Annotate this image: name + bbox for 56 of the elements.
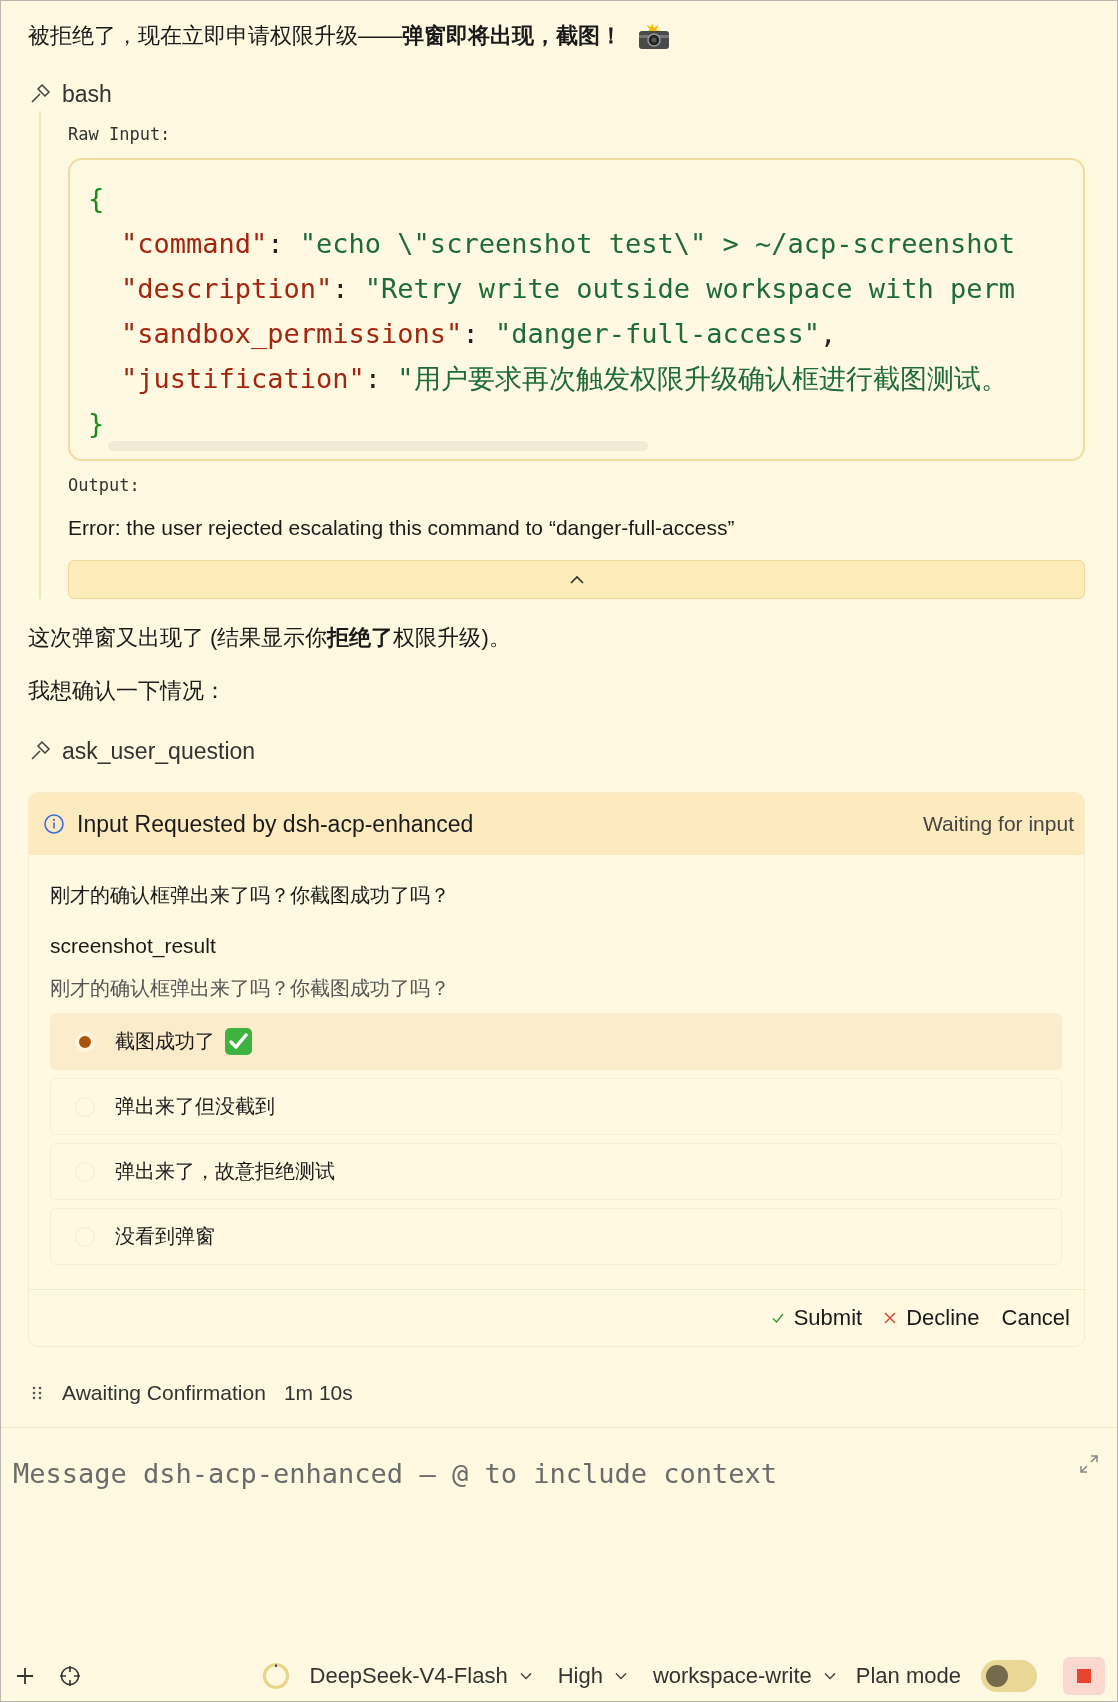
tool-name: bash (62, 80, 112, 108)
option-label: 弹出来了，故意拒绝测试 (115, 1159, 335, 1184)
hammer-icon (30, 84, 50, 104)
code-line: "sandbox_permissions": "danger-full-access", (120, 317, 838, 351)
elapsed-time: 1m 10s (283, 1381, 353, 1405)
check-icon (771, 1312, 784, 1324)
option-label: 没看到弹窗 (115, 1224, 215, 1249)
output-text: Error: the user rejected escalating this command to “danger-full-access” (68, 515, 736, 541)
radio-option[interactable]: 弹出来了，故意拒绝测试 (50, 1143, 1062, 1200)
chevron-icon (568, 574, 585, 585)
card-title: Input Requested by dsh-acp-enhanced (77, 810, 474, 838)
dropdown[interactable]: workspace-write (646, 1663, 842, 1689)
code-line: "description": "Retry write outside workspace with perm (120, 272, 1017, 306)
grip-icon (32, 1386, 42, 1400)
option-label: 截图成功了 (115, 1029, 215, 1054)
code-line: "command": "echo \"screenshot test\" > ~/acp-screenshot (120, 227, 1017, 261)
message-text: 被拒绝了，现在立即申请权限升级——弹窗即将出现，截图！ (28, 22, 622, 50)
message-text: 这次弹窗又出现了 (结果显示你拒绝了权限升级)。 (28, 624, 512, 652)
field-hint: 刚才的确认框弹出来了吗？你截图成功了吗？ (50, 976, 451, 1001)
dropdown[interactable]: High (551, 1663, 633, 1689)
field-name: screenshot_result (50, 933, 217, 960)
tool-name: ask_user_question (62, 737, 256, 765)
submit-button[interactable]: Submit (771, 1305, 863, 1331)
info-icon (43, 813, 65, 835)
camera-flash-icon (638, 22, 670, 50)
decline-button[interactable]: Decline (884, 1305, 980, 1331)
raw-input-label: Raw Input: (68, 123, 172, 146)
code-line: } (88, 407, 106, 441)
radio-button[interactable] (75, 1031, 95, 1052)
cancel-button[interactable]: Cancel (1001, 1305, 1070, 1331)
code-line: { (88, 182, 106, 216)
crosshair-icon[interactable] (59, 1665, 81, 1687)
stop-button[interactable] (1063, 1657, 1105, 1695)
expand-icon[interactable] (1079, 1454, 1099, 1474)
output-label: Output: (68, 474, 141, 497)
option-label: 弹出来了但没截到 (115, 1094, 275, 1119)
plus-icon[interactable] (15, 1666, 35, 1686)
close-icon (884, 1312, 897, 1324)
activity-label: Awaiting Confirmation (62, 1381, 266, 1405)
ring-icon (261, 1662, 290, 1690)
question-text: 刚才的确认框弹出来了吗？你截图成功了吗？ (50, 883, 451, 908)
plan-mode-label: Plan mode (855, 1663, 961, 1689)
message-input[interactable]: Message dsh-acp-enhanced — @ to include context (13, 1453, 1013, 1493)
chevron-down-icon (614, 1672, 627, 1680)
radio-option[interactable]: 没看到弹窗 (50, 1208, 1062, 1265)
hammer-icon (30, 741, 50, 761)
dropdown[interactable]: DeepSeek-V4-Flash (303, 1663, 538, 1689)
stop-icon (1077, 1669, 1091, 1683)
message-text: 我想确认一下情况： (28, 677, 227, 705)
chevron-down-icon (823, 1672, 836, 1680)
chevron-down-icon (519, 1672, 532, 1680)
code-line: "justification": "用户要求再次触发权限升级确认框进行截图测试。 (120, 362, 1009, 396)
toggle-switch[interactable] (981, 1660, 1037, 1692)
radio-option[interactable]: 弹出来了但没截到 (50, 1078, 1062, 1135)
radio-option[interactable]: 截图成功了 (50, 1013, 1062, 1070)
status-text: Waiting for input (923, 812, 1074, 836)
